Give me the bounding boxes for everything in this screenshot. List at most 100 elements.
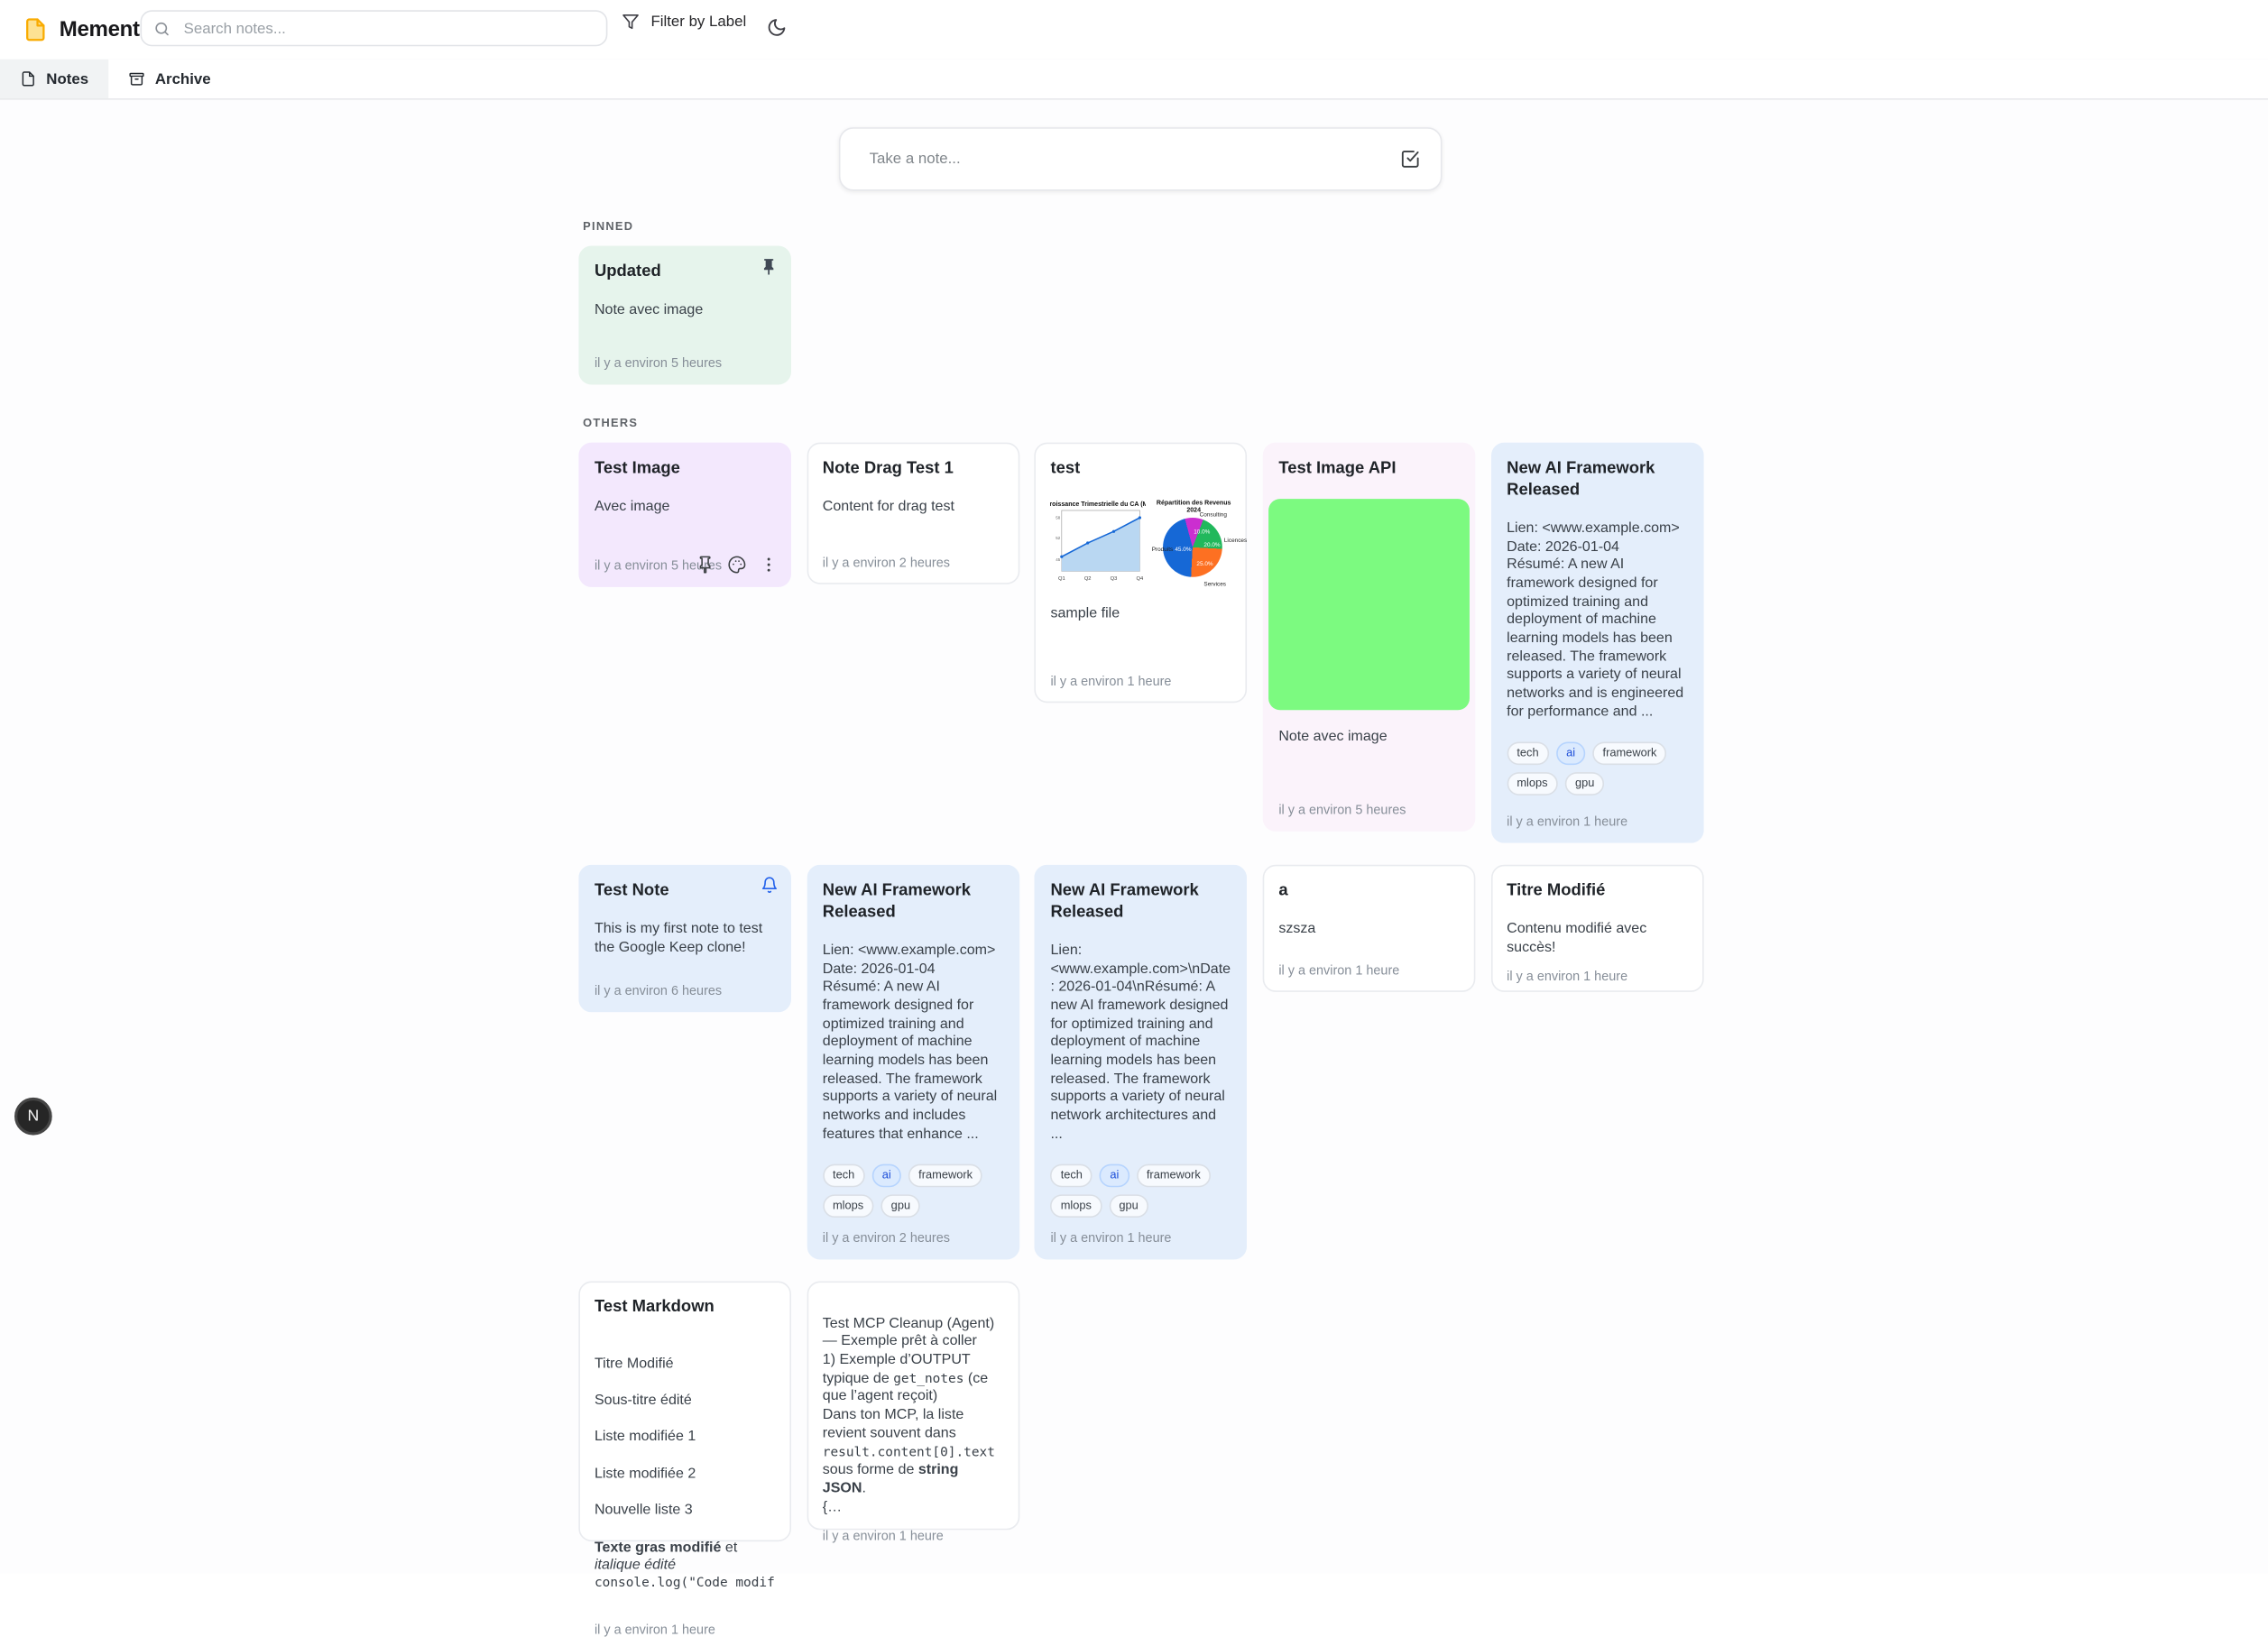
note-content: Note avec image — [1278, 729, 1459, 747]
tag-mlops[interactable]: mlops — [1050, 1195, 1102, 1219]
tag-ai[interactable]: ai — [1556, 742, 1585, 766]
note-tags: techai framework mlops gpu — [1507, 742, 1687, 796]
svg-text:Q2: Q2 — [1084, 576, 1092, 582]
svg-text:Q3: Q3 — [1111, 576, 1118, 582]
pin-outline-icon[interactable] — [696, 556, 715, 575]
tag-mlops[interactable]: mlops — [1507, 773, 1558, 796]
note-actions — [696, 556, 778, 575]
check-square-icon — [1400, 149, 1420, 169]
note-card-test-image[interactable]: Test Image Avec image il y a environ 5 h… — [578, 443, 791, 587]
note-timestamp: il y a environ 1 heure — [595, 1611, 775, 1637]
note-card-note-drag-test[interactable]: Note Drag Test 1 Content for drag test i… — [807, 443, 1019, 584]
note-card-test-note[interactable]: Test Note This is my first note to test … — [578, 865, 791, 1013]
note-content: Test MCP Cleanup (Agent) — Exemple prêt … — [823, 1297, 1003, 1517]
note-tags: techai framework mlopsgpu — [823, 1164, 1003, 1218]
pinned-section-label: PINNED — [583, 220, 633, 233]
search-icon — [153, 20, 171, 37]
pie-chart-thumbnail[interactable]: Répartition des Revenus 2024 Consulting … — [1152, 497, 1236, 586]
tab-notes-label: Notes — [46, 70, 88, 87]
tag-framework[interactable]: framework — [1137, 1164, 1211, 1188]
pin-icon[interactable] — [760, 257, 779, 276]
note-content: This is my first note to test the Google… — [595, 921, 775, 958]
app-logo: Memento — [23, 17, 152, 41]
note-card-mcp-cleanup[interactable]: Test MCP Cleanup (Agent) — Exemple prêt … — [807, 1282, 1019, 1531]
note-card-naf-1[interactable]: New AI Framework Released Lien: <www.exa… — [1491, 443, 1704, 843]
note-card-naf-3[interactable]: New AI Framework Released Lien: <www.exa… — [1035, 865, 1248, 1260]
note-title: Updated — [595, 262, 735, 283]
svg-text:52: 52 — [1056, 536, 1061, 540]
take-a-note-input[interactable] — [866, 149, 1400, 169]
note-timestamp: il y a environ 2 heures — [823, 1219, 1003, 1246]
note-timestamp: il y a environ 1 heure — [1507, 958, 1687, 984]
tag-ai[interactable]: ai — [1100, 1164, 1129, 1188]
note-title: a — [1278, 880, 1459, 902]
note-timestamp: il y a environ 1 heure — [823, 1517, 1003, 1543]
note-timestamp: il y a environ 1 heure — [1050, 662, 1231, 688]
tag-ai[interactable]: ai — [871, 1164, 900, 1188]
note-content: sample file — [1050, 606, 1231, 624]
notes-file-icon — [20, 71, 36, 87]
dev-badge[interactable]: N — [14, 1098, 52, 1136]
tab-notes[interactable]: Notes — [0, 60, 109, 98]
note-title: Test Image API — [1278, 458, 1459, 480]
tag-gpu[interactable]: gpu — [1109, 1195, 1148, 1219]
note-title: Note Drag Test 1 — [823, 458, 1003, 480]
tag-tech[interactable]: tech — [1507, 742, 1549, 766]
note-logo-icon — [23, 17, 48, 41]
note-timestamp: il y a environ 1 heure — [1050, 1219, 1231, 1246]
palette-icon[interactable] — [727, 556, 746, 575]
tag-tech[interactable]: tech — [1050, 1164, 1093, 1188]
tag-framework[interactable]: framework — [908, 1164, 982, 1188]
others-section-label: OTHERS — [583, 417, 638, 429]
note-title: Test Note — [595, 880, 735, 902]
moon-icon — [767, 17, 787, 37]
tab-archive[interactable]: Archive — [109, 60, 232, 98]
filter-by-label-button[interactable]: Filter by Label — [622, 13, 746, 30]
note-card-test-markdown[interactable]: Test Markdown Titre Modifié Sous-titre é… — [578, 1282, 791, 1542]
theme-toggle-button[interactable] — [767, 17, 787, 37]
area-chart-thumbnail[interactable]: Croissance Trimestrielle du CA (M€) 45 5… — [1050, 497, 1146, 586]
code-snippet: console.log("Code modifié avec succès") — [595, 1576, 775, 1592]
note-title: New AI Framework Released — [1507, 458, 1687, 501]
svg-text:Croissance Trimestrielle du CA: Croissance Trimestrielle du CA (M€) — [1050, 501, 1146, 508]
app-header: Memento Filter by Label — [0, 0, 2268, 60]
note-content: Lien: <www.example.com> Date: 2026-01-04… — [1507, 520, 1687, 722]
search-box[interactable] — [141, 10, 608, 46]
svg-text:Q4: Q4 — [1137, 576, 1144, 582]
note-content: Contenu modifié avec succès! — [1507, 921, 1687, 958]
tag-gpu[interactable]: gpu — [1565, 773, 1605, 796]
filter-icon — [622, 13, 639, 30]
dev-badge-label: N — [27, 1108, 39, 1125]
note-card-test-image-api[interactable]: Test Image API Note avec image il y a en… — [1263, 443, 1476, 832]
code-inline: get_notes — [893, 1372, 963, 1386]
note-card-updated[interactable]: Updated Note avec image il y a environ 5… — [578, 246, 791, 385]
tab-bar: Notes Archive — [0, 60, 2268, 100]
note-content: Titre Modifié Sous-titre édité Liste mod… — [595, 1338, 775, 1611]
tag-gpu[interactable]: gpu — [880, 1195, 920, 1219]
tag-tech[interactable]: tech — [823, 1164, 865, 1188]
new-checklist-button[interactable] — [1400, 149, 1420, 169]
note-timestamp: il y a environ 5 heures — [1278, 791, 1459, 817]
note-tags: techai framework mlops gpu — [1050, 1164, 1231, 1218]
app-title: Memento — [60, 17, 152, 41]
note-card-naf-2[interactable]: New AI Framework Released Lien: <www.exa… — [807, 865, 1019, 1260]
note-timestamp: il y a environ 6 heures — [595, 971, 775, 998]
svg-text:58: 58 — [1056, 515, 1061, 520]
note-image-green[interactable] — [1268, 499, 1470, 710]
note-card-test[interactable]: test Croissance Trimestrielle du CA (M€)… — [1035, 443, 1248, 704]
tab-archive-label: Archive — [155, 70, 211, 87]
note-timestamp: il y a environ 2 heures — [823, 544, 1003, 570]
note-card-a[interactable]: a szsza il y a environ 1 heure — [1263, 865, 1476, 992]
tag-mlops[interactable]: mlops — [823, 1195, 874, 1219]
note-title: Test Markdown — [595, 1297, 775, 1319]
search-input[interactable] — [180, 18, 595, 38]
bell-icon[interactable] — [761, 875, 778, 892]
note-card-titre-modifie[interactable]: Titre Modifié Contenu modifié avec succè… — [1491, 865, 1704, 992]
note-composer[interactable] — [839, 127, 1443, 191]
code-inline: result.content[0].text — [823, 1445, 995, 1459]
tag-framework[interactable]: framework — [1592, 742, 1666, 766]
note-title: New AI Framework Released — [823, 880, 1003, 924]
kebab-menu-icon[interactable] — [760, 556, 779, 575]
archive-icon — [129, 71, 145, 87]
note-title: test — [1050, 458, 1231, 480]
